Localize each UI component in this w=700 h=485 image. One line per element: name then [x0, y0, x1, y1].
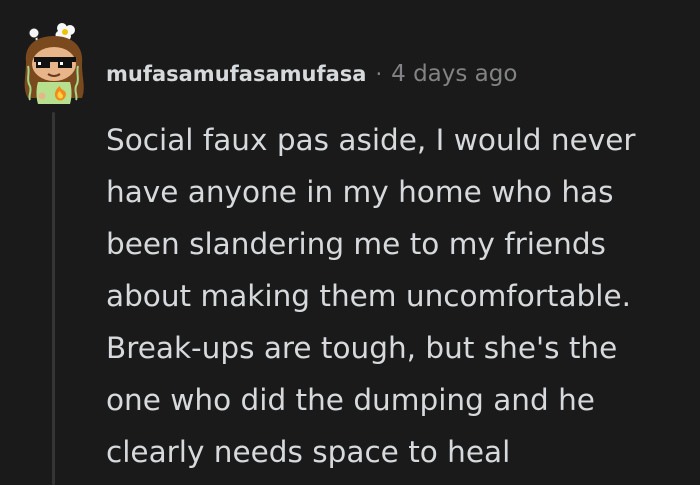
- meta-separator: ·: [375, 62, 383, 86]
- comment-timestamp[interactable]: 4 days ago: [391, 61, 517, 87]
- comment-body: Social faux pas aside, I would never hav…: [106, 123, 636, 469]
- thread-collapse-line[interactable]: [52, 112, 55, 485]
- snoo-avatar-sunglasses-icon: [24, 23, 84, 104]
- comment-author-link[interactable]: mufasamufasamufasa: [106, 62, 366, 86]
- comment-meta: mufasamufasamufasa · 4 days ago: [106, 60, 517, 88]
- user-avatar[interactable]: [16, 22, 92, 106]
